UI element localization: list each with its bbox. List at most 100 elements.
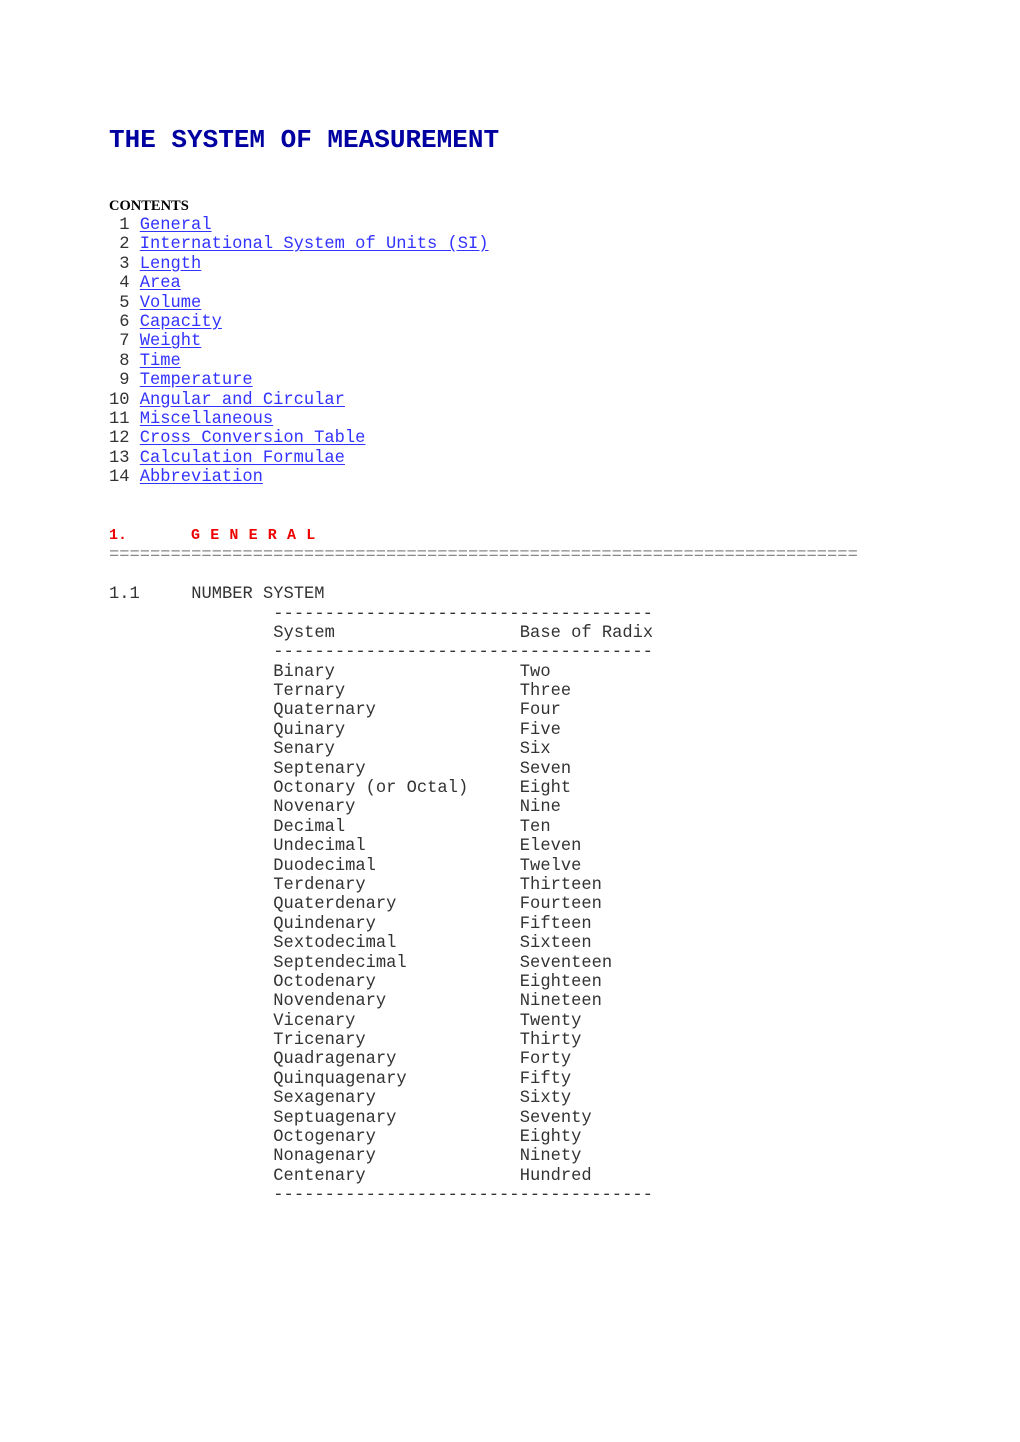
toc-link-calculation-formulae[interactable]: Calculation Formulae	[140, 449, 345, 468]
cell-base: Four	[519, 701, 561, 721]
toc-item-number: 4	[119, 274, 130, 294]
section-divider: ========================================…	[109, 546, 858, 565]
toc-link-international-system-of-units-si[interactable]: International System of Units (SI)	[140, 235, 489, 254]
cell-system: Septendecimal	[273, 953, 407, 973]
toc-link-capacity[interactable]: Capacity	[140, 313, 222, 332]
toc-item: 1 General	[109, 216, 489, 235]
toc-link-cross-conversion-table[interactable]: Cross Conversion Table	[140, 429, 366, 448]
table-row: Quadragenary Forty	[273, 1050, 654, 1069]
table-row: Sexagenary Sixty	[273, 1089, 654, 1108]
toc-item-number: 6	[119, 312, 130, 332]
cell-base: Eighteen	[519, 972, 602, 992]
cell-system: Quinary	[273, 720, 346, 740]
cell-base: Three	[519, 682, 572, 702]
cell-system: Octodenary	[273, 972, 376, 992]
cell-system: Senary	[273, 740, 335, 760]
table-row: Binary Two	[273, 663, 654, 682]
cell-system: Binary	[273, 662, 335, 682]
cell-system: Tricenary	[273, 1031, 366, 1051]
table-row: Novenary Nine	[273, 798, 654, 817]
toc-link-volume[interactable]: Volume	[140, 294, 202, 313]
table-row: Quinquagenary Fifty	[273, 1070, 654, 1089]
table-row: Septenary Seven	[273, 760, 654, 779]
cell-system: Sexagenary	[273, 1089, 376, 1109]
cell-system: Quindenary	[273, 914, 376, 934]
toc-list: 1 General 2 International System of Units (…	[109, 216, 489, 487]
cell-base: Eleven	[519, 837, 582, 857]
toc-link-length[interactable]: Length	[140, 255, 202, 274]
table-row: Sextodecimal Sixteen	[273, 934, 654, 953]
cell-system: Decimal	[273, 817, 346, 837]
toc-item-number: 11	[109, 409, 130, 429]
toc-item-number: 3	[119, 254, 130, 274]
cell-base: Two	[519, 662, 551, 682]
cell-system: Quaterdenary	[273, 895, 397, 915]
cell-system: Undecimal	[273, 837, 366, 857]
section-number: 1.	[109, 527, 128, 544]
table-row: Septuagenary Seventy	[273, 1109, 654, 1128]
cell-base: Forty	[519, 1050, 572, 1070]
cell-system: Quaternary	[273, 701, 376, 721]
table-body: Binary Two Ternary Three Quaternary Four Quina…	[273, 663, 654, 1187]
cell-base: Sixty	[519, 1089, 572, 1109]
cell-base: Thirty	[519, 1031, 582, 1051]
toc-link-angular-and-circular[interactable]: Angular and Circular	[140, 391, 345, 410]
subsection-number: 1.1	[109, 585, 140, 604]
toc-link-time[interactable]: Time	[140, 352, 181, 371]
table-row: Octonary (or Octal) Eight	[273, 779, 654, 798]
table-row: Terdenary Thirteen	[273, 876, 654, 895]
table-row: Novendenary Nineteen	[273, 992, 654, 1011]
cell-system: Septuagenary	[273, 1108, 397, 1128]
cell-base: Sixteen	[519, 934, 592, 954]
toc-link-abbreviation[interactable]: Abbreviation	[140, 468, 263, 487]
toc-item: 10 Angular and Circular	[109, 391, 489, 410]
table-row: Quinary Five	[273, 721, 654, 740]
cell-system: Octogenary	[273, 1128, 376, 1148]
toc-item-number: 12	[109, 429, 130, 449]
toc-item: 13 Calculation Formulae	[109, 449, 489, 468]
cell-base: Twenty	[519, 1011, 582, 1031]
cell-system: Nonagenary	[273, 1147, 376, 1167]
cell-system: Ternary	[273, 682, 346, 702]
section-heading-general: 1. GENERAL	[109, 526, 325, 546]
toc-item: 5 Volume	[109, 294, 489, 313]
toc-item-number: 13	[109, 448, 130, 468]
cell-base: Hundred	[519, 1166, 592, 1186]
toc-item-number: 5	[119, 293, 130, 313]
cell-base: Ten	[519, 817, 551, 837]
table-row: Septendecimal Seventeen	[273, 954, 654, 973]
toc-link-miscellaneous[interactable]: Miscellaneous	[140, 410, 273, 429]
table-row: Vicenary Twenty	[273, 1012, 654, 1031]
toc-link-weight[interactable]: Weight	[140, 332, 202, 351]
cell-system: Duodecimal	[273, 856, 376, 876]
table-row: Ternary Three	[273, 682, 654, 701]
table-row: Decimal Ten	[273, 818, 654, 837]
cell-base: Eighty	[519, 1128, 582, 1148]
toc-item: 2 International System of Units (SI)	[109, 235, 489, 254]
toc-item-number: 8	[119, 351, 130, 371]
subsection-title: NUMBER SYSTEM	[191, 585, 325, 604]
table-row: Centenary Hundred	[273, 1167, 654, 1186]
cell-base: Seventeen	[519, 953, 613, 973]
cell-system: Quadragenary	[273, 1050, 397, 1070]
column-header-base: Base of Radix	[519, 623, 654, 643]
table-row: Quindenary Fifteen	[273, 915, 654, 934]
toc-link-area[interactable]: Area	[140, 274, 181, 293]
cell-system: Novenary	[273, 798, 356, 818]
toc-item: 8 Time	[109, 352, 489, 371]
cell-system: Terdenary	[273, 875, 366, 895]
cell-base: Eight	[519, 779, 572, 799]
toc-item: 11 Miscellaneous	[109, 410, 489, 429]
cell-system: Centenary	[273, 1166, 366, 1186]
toc-item: 9 Temperature	[109, 371, 489, 390]
cell-system: Quinquagenary	[273, 1069, 407, 1089]
toc-item: 12 Cross Conversion Table	[109, 429, 489, 448]
table-row: Tricenary Thirty	[273, 1031, 654, 1050]
column-header-system: System	[273, 623, 335, 643]
table-bottom-rule: -------------------------------------	[273, 1186, 653, 1206]
toc-link-general[interactable]: General	[140, 216, 212, 235]
cell-base: Ninety	[519, 1147, 582, 1167]
cell-base: Nineteen	[519, 992, 602, 1012]
cell-base: Seventy	[519, 1108, 592, 1128]
toc-link-temperature[interactable]: Temperature	[140, 371, 253, 390]
